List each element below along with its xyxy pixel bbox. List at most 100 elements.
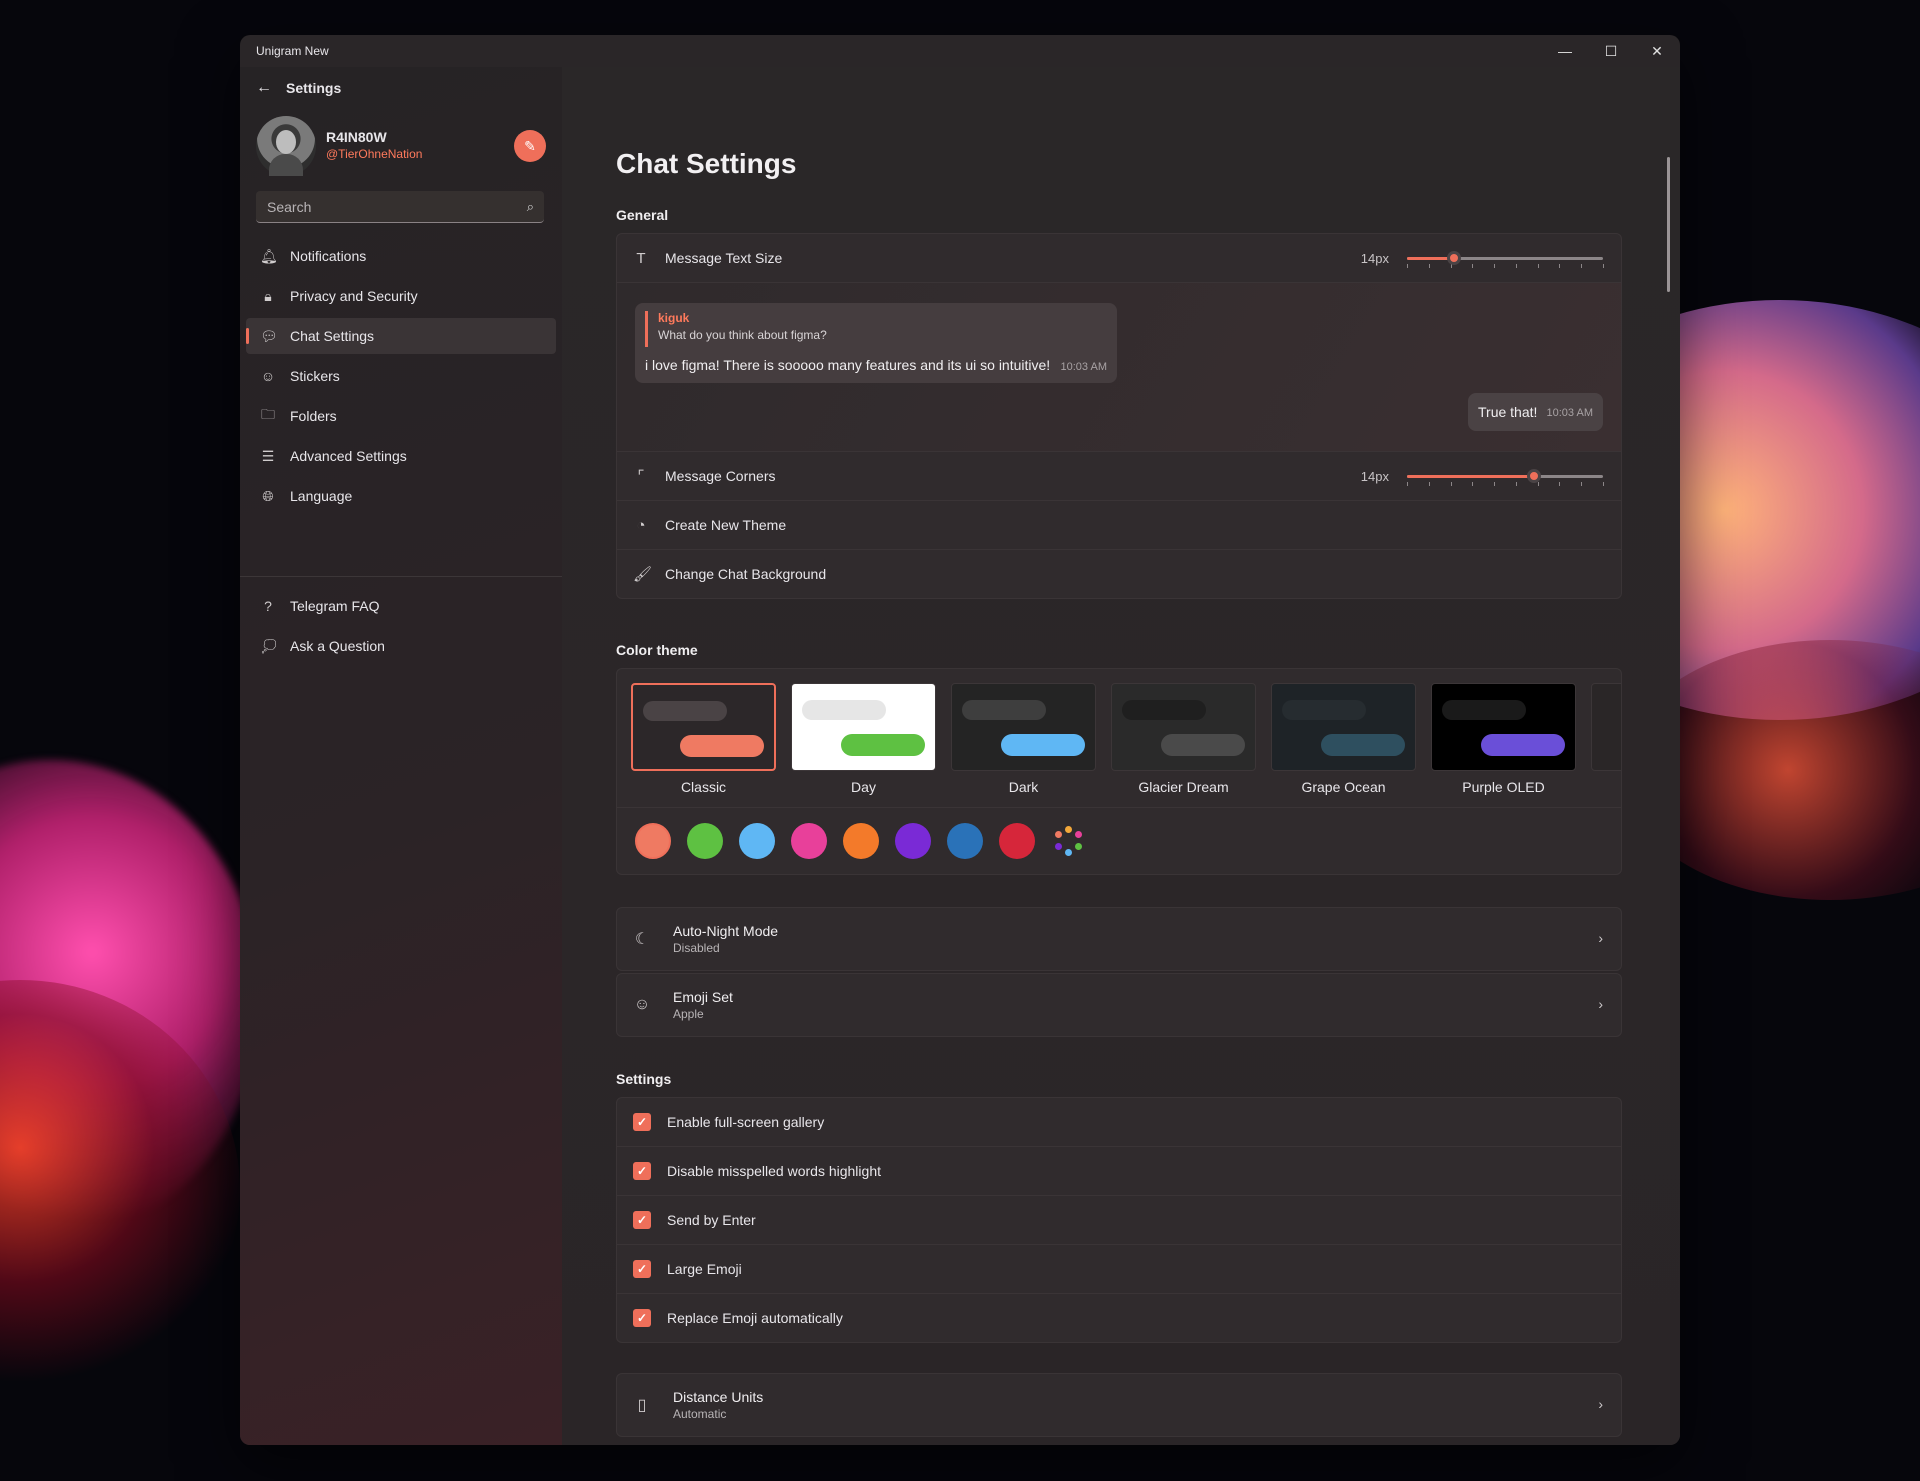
checkbox[interactable]: ✓ (633, 1162, 651, 1180)
theme-preview[interactable] (951, 683, 1096, 771)
minimize-button[interactable]: — (1542, 35, 1588, 67)
slider-tick (1559, 482, 1561, 486)
section-general-label: General (616, 207, 669, 223)
app-window: Unigram New — ☐ ✕ ← Settings R4IN80W @Ti… (240, 35, 1680, 1445)
search-box[interactable]: ⌕ (256, 191, 544, 223)
sticker-icon: ☺ (260, 368, 276, 384)
corners-slider[interactable] (1407, 466, 1604, 486)
sidebar-item-privacy-and-security[interactable]: 🔒︎ Privacy and Security (246, 278, 556, 314)
theme-preview[interactable] (1271, 683, 1416, 771)
sidebar-item-notifications[interactable]: 🔔︎ Notifications (246, 238, 556, 274)
corners-value: 14px (1360, 468, 1389, 484)
theme-preview-outgoing (1161, 734, 1245, 756)
accent-color-swatch[interactable] (791, 823, 827, 859)
sidebar-item-telegram-faq[interactable]: ? Telegram FAQ (246, 588, 556, 624)
message-text-size-row: T Message Text Size 14px (617, 234, 1621, 283)
theme-grape-ocean[interactable]: Grape Ocean (1271, 683, 1416, 795)
checkbox[interactable]: ✓ (633, 1113, 651, 1131)
theme-classic[interactable]: Classic (631, 683, 776, 795)
custom-color-dot (1075, 831, 1082, 838)
pencil-icon: ✎ (524, 137, 536, 154)
slider-thumb[interactable] (1527, 469, 1542, 483)
theme-preview-outgoing (1321, 734, 1405, 756)
accent-color-swatch[interactable] (947, 823, 983, 859)
theme-glacier-dream[interactable]: Glacier Dream (1111, 683, 1256, 795)
accent-color-swatch[interactable] (843, 823, 879, 859)
accent-color-swatch[interactable] (635, 823, 671, 859)
theme-preview-outgoing (680, 735, 764, 757)
accent-color-swatch[interactable] (999, 823, 1035, 859)
slider-thumb[interactable] (1447, 251, 1462, 265)
section-color-theme-label: Color theme (616, 642, 698, 658)
edit-profile-button[interactable]: ✎ (514, 130, 546, 162)
reply-text: What do you think about figma? (658, 328, 827, 342)
accent-color-swatch[interactable] (687, 823, 723, 859)
distance-units-card[interactable]: ▯ Distance Units Automatic › (616, 1373, 1622, 1437)
profile-handle: @TierOhneNation (326, 147, 423, 161)
change-chat-background-row[interactable]: 🖌︎ Change Chat Background (617, 550, 1621, 598)
theme-preview[interactable] (791, 683, 936, 771)
distance-units-row[interactable]: ▯ Distance Units Automatic › (617, 1374, 1621, 1436)
sidebar-item-advanced-settings[interactable]: ☰ Advanced Settings (246, 438, 556, 474)
sidebar-item-label: Folders (290, 408, 337, 424)
avatar[interactable] (256, 116, 316, 176)
chevron-right-icon: › (1598, 930, 1603, 946)
chat-preview: kiguk What do you think about figma? i l… (617, 283, 1621, 452)
sidebar-item-label: Ask a Question (290, 638, 385, 654)
setting-row-replace-emoji-automatically[interactable]: ✓ Replace Emoji automatically (617, 1294, 1621, 1342)
checkbox[interactable]: ✓ (633, 1260, 651, 1278)
outgoing-message-text: True that! (1478, 404, 1538, 420)
slider-tick (1472, 482, 1474, 486)
create-new-theme-row[interactable]: ◔ Create New Theme (617, 501, 1621, 550)
create-new-theme-label: Create New Theme (665, 517, 787, 533)
chevron-right-icon: › (1598, 996, 1603, 1012)
avatar-face (276, 130, 296, 154)
sidebar-item-ask-a-question[interactable]: 💭︎ Ask a Question (246, 628, 556, 664)
slider-tick (1515, 264, 1517, 268)
auto-night-mode-row[interactable]: ☾ Auto-Night Mode Disabled › (617, 908, 1621, 970)
close-button[interactable]: ✕ (1634, 35, 1680, 67)
custom-color-icon[interactable] (1051, 823, 1087, 859)
setting-row-disable-misspelled-words-highlight[interactable]: ✓ Disable misspelled words highlight (617, 1147, 1621, 1196)
search-input[interactable] (256, 191, 519, 223)
sidebar-item-stickers[interactable]: ☺ Stickers (246, 358, 556, 394)
search-icon[interactable]: ⌕ (527, 199, 534, 215)
checkbox[interactable]: ✓ (633, 1309, 651, 1327)
maximize-button[interactable]: ☐ (1588, 35, 1634, 67)
sliders-icon: ☰ (261, 447, 275, 464)
sidebar-item-label: Language (290, 488, 353, 504)
setting-row-large-emoji[interactable]: ✓ Large Emoji (617, 1245, 1621, 1294)
theme-label: Dark (1008, 779, 1039, 795)
text-size-slider[interactable] (1407, 248, 1604, 268)
slider-fill (1407, 475, 1535, 478)
slider-tick (1472, 264, 1474, 268)
auto-night-card[interactable]: ☾ Auto-Night Mode Disabled › (616, 907, 1622, 971)
distance-units-label: Distance Units (673, 1389, 764, 1405)
window-title: Unigram New (256, 44, 329, 58)
theme-preview[interactable] (1591, 683, 1621, 771)
theme-preview[interactable] (1431, 683, 1576, 771)
profile-card[interactable]: R4IN80W @TierOhneNation ✎ (256, 116, 546, 176)
accent-color-swatch[interactable] (895, 823, 931, 859)
theme-label: Purple OLED (1462, 779, 1545, 795)
sidebar-item-folders[interactable]: 🗀 Folders (246, 398, 556, 434)
theme-next-partial[interactable] (1591, 683, 1621, 771)
checkbox[interactable]: ✓ (633, 1211, 651, 1229)
incoming-message-text: i love figma! There is sooooo many featu… (645, 357, 1051, 373)
theme-day[interactable]: Day (791, 683, 936, 795)
theme-purple-oled[interactable]: Purple OLED (1431, 683, 1576, 795)
theme-preview[interactable] (1111, 683, 1256, 771)
question-chat-icon: 💭︎ (260, 637, 278, 654)
back-arrow-icon[interactable]: ← (256, 79, 272, 97)
sidebar-item-chat-settings[interactable]: 💬︎ Chat Settings (246, 318, 556, 354)
setting-row-enable-full-screen-gallery[interactable]: ✓ Enable full-screen gallery (617, 1098, 1621, 1147)
scrollbar[interactable] (1667, 157, 1670, 292)
setting-row-send-by-enter[interactable]: ✓ Send by Enter (617, 1196, 1621, 1245)
sidebar-item-language[interactable]: 🌐︎ Language (246, 478, 556, 514)
theme-preview[interactable] (631, 683, 776, 771)
auto-night-mode-value: Disabled (673, 941, 720, 955)
emoji-set-row[interactable]: ☺ Emoji Set Apple › (617, 974, 1621, 1036)
theme-dark[interactable]: Dark (951, 683, 1096, 795)
emoji-set-card[interactable]: ☺ Emoji Set Apple › (616, 973, 1622, 1037)
accent-color-swatch[interactable] (739, 823, 775, 859)
